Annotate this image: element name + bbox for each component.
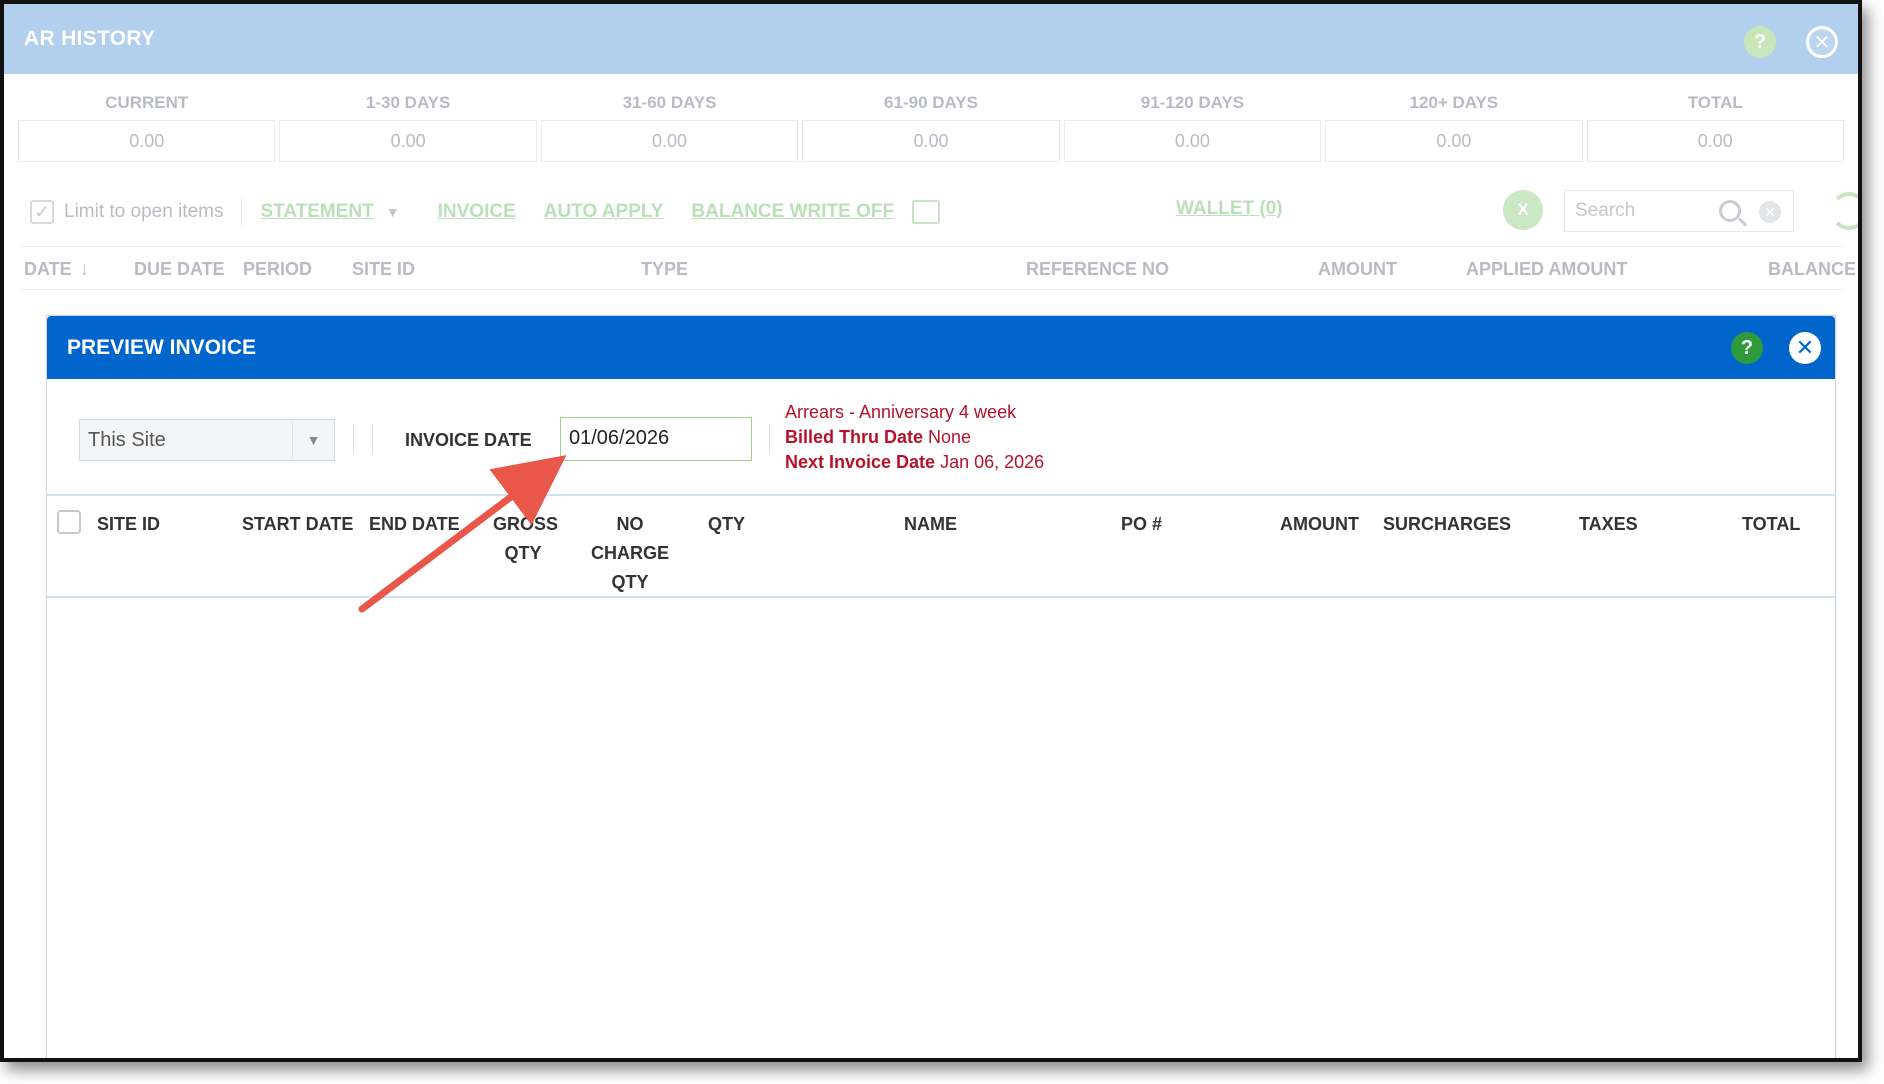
aging-label: CURRENT (105, 93, 189, 112)
balance-write-off-link[interactable]: BALANCE WRITE OFF (691, 201, 894, 223)
billing-cycle-text: Arrears - Anniversary 4 week (785, 402, 1017, 422)
refresh-icon[interactable] (1830, 192, 1858, 230)
app-frame: AR HISTORY ? ✕ CURRENT 0.00 1-30 DAYS 0.… (0, 0, 1862, 1062)
aging-label: TOTAL (1687, 93, 1743, 112)
col-reference-no[interactable]: REFERENCE NO (1026, 259, 1169, 280)
aging-label: 120+ DAYS (1409, 93, 1499, 112)
col-site-id[interactable]: SITE ID (97, 510, 160, 539)
col-date[interactable]: DATE (24, 259, 72, 280)
col-no-charge-line2: CHARGE (590, 543, 669, 563)
search-input[interactable]: Search ✕ (1564, 190, 1794, 232)
sort-down-arrow-icon[interactable]: ↓ (80, 259, 89, 280)
site-scope-value: This Site (88, 429, 166, 451)
col-site-id[interactable]: SITE ID (352, 259, 415, 280)
aging-summary: CURRENT 0.00 1-30 DAYS 0.00 31-60 DAYS 0… (18, 86, 1844, 162)
col-amount[interactable]: AMOUNT (1280, 510, 1359, 539)
preview-invoice-title: PREVIEW INVOICE (67, 336, 257, 359)
aging-label: 1-30 DAYS (365, 93, 451, 112)
aging-value: 0.00 (802, 120, 1060, 162)
col-applied-amount[interactable]: APPLIED AMOUNT (1466, 259, 1627, 280)
aging-value: 0.00 (1325, 120, 1583, 162)
select-all-checkbox[interactable] (57, 510, 81, 534)
preview-invoice-modal: PREVIEW INVOICE ? ✕ This Site ▼ INVOICE … (46, 315, 1836, 1058)
limit-open-items-checkbox[interactable]: ✓ (30, 200, 54, 224)
col-surcharges[interactable]: SURCHARGES (1383, 510, 1511, 539)
next-invoice-label: Next Invoice Date (785, 452, 936, 472)
close-icon[interactable]: ✕ (1806, 26, 1838, 58)
billing-info: Arrears - Anniversary 4 week Billed Thru… (785, 400, 1044, 475)
invoice-grid-body (47, 600, 1835, 1058)
divider (372, 424, 373, 454)
aging-label: 61-90 DAYS (884, 93, 978, 112)
col-gross-qty-line2: QTY (504, 543, 542, 563)
col-no-charge-line3: QTY (611, 572, 649, 592)
col-name[interactable]: NAME (904, 510, 957, 539)
col-taxes[interactable]: TAXES (1579, 510, 1638, 539)
aging-value: 0.00 (18, 120, 276, 162)
aging-current: CURRENT 0.00 (18, 86, 276, 162)
aging-61-90: 61-90 DAYS 0.00 (802, 86, 1060, 162)
chevron-down-icon[interactable]: ▼ (386, 204, 400, 220)
excel-export-icon[interactable]: X (1503, 190, 1543, 230)
aging-31-60: 31-60 DAYS 0.00 (540, 86, 799, 162)
ar-toolbar: ✓ Limit to open items STATEMENT ▼ INVOIC… (30, 190, 1858, 234)
ar-history-column-headers: DATE ↓ DUE DATE PERIOD SITE ID TYPE REFE… (18, 246, 1856, 290)
aging-value: 0.00 (1063, 120, 1322, 162)
chevron-down-icon[interactable]: ▼ (292, 420, 334, 460)
divider (769, 424, 770, 454)
col-gross-qty-line1: GROSS (493, 514, 559, 534)
col-no-charge-line1: NO (616, 514, 644, 534)
col-gross-qty[interactable]: GROSS QTY (493, 510, 559, 568)
col-end-date[interactable]: END DATE (369, 510, 460, 539)
close-icon[interactable]: ✕ (1789, 332, 1821, 364)
aging-120-plus: 120+ DAYS 0.00 (1325, 86, 1583, 162)
col-period[interactable]: PERIOD (243, 259, 312, 280)
invoice-date-label: INVOICE DATE (405, 430, 532, 450)
next-invoice-line: Next Invoice Date Jan 06, 2026 (785, 450, 1044, 475)
aging-label: 91-120 DAYS (1140, 93, 1245, 112)
col-no-charge-qty[interactable]: NO CHARGE QTY (585, 510, 675, 597)
auto-apply-link[interactable]: AUTO APPLY (544, 201, 664, 223)
statement-link[interactable]: STATEMENT (260, 201, 373, 223)
billed-thru-line: Billed Thru Date None (785, 425, 1044, 450)
search-placeholder: Search (1575, 200, 1636, 221)
aging-value: 0.00 (540, 120, 799, 162)
help-icon[interactable]: ? (1744, 26, 1776, 58)
help-icon[interactable]: ? (1731, 332, 1763, 364)
clear-search-icon[interactable]: ✕ (1759, 201, 1781, 223)
ar-history-header: AR HISTORY ? ✕ (4, 4, 1858, 74)
divider (353, 424, 354, 454)
col-qty[interactable]: QTY (708, 510, 745, 539)
col-amount[interactable]: AMOUNT (1318, 259, 1397, 280)
invoice-grid-header: SITE ID START DATE END DATE GROSS QTY NO… (47, 494, 1835, 598)
search-icon[interactable] (1719, 200, 1741, 222)
billed-thru-label: Billed Thru Date (785, 427, 924, 447)
site-scope-select[interactable]: This Site ▼ (79, 419, 335, 461)
col-type[interactable]: TYPE (641, 259, 688, 280)
col-po[interactable]: PO # (1121, 510, 1162, 539)
col-start-date[interactable]: START DATE (242, 510, 353, 539)
billed-thru-value: None (928, 427, 972, 447)
write-off-icon[interactable] (912, 200, 941, 224)
invoice-date-field[interactable]: 01/06/2026 (560, 417, 752, 461)
wallet-link[interactable]: WALLET (0) (1176, 198, 1283, 220)
aging-label: 31-60 DAYS (622, 93, 717, 112)
next-invoice-value: Jan 06, 2026 (940, 452, 1045, 472)
aging-value: 0.00 (1586, 120, 1844, 162)
limit-open-items-label: Limit to open items (64, 201, 224, 222)
aging-1-30: 1-30 DAYS 0.00 (279, 86, 537, 162)
col-total[interactable]: TOTAL (1742, 510, 1800, 539)
col-due-date[interactable]: DUE DATE (134, 259, 225, 280)
aging-total: TOTAL 0.00 (1586, 86, 1844, 162)
aging-value: 0.00 (279, 120, 537, 162)
preview-invoice-header: PREVIEW INVOICE ? ✕ (47, 316, 1835, 379)
ar-history-title: AR HISTORY (24, 27, 156, 50)
invoice-link[interactable]: INVOICE (438, 201, 516, 223)
aging-91-120: 91-120 DAYS 0.00 (1063, 86, 1322, 162)
toolbar-divider (241, 197, 243, 227)
col-balance[interactable]: BALANCE (1768, 259, 1856, 280)
